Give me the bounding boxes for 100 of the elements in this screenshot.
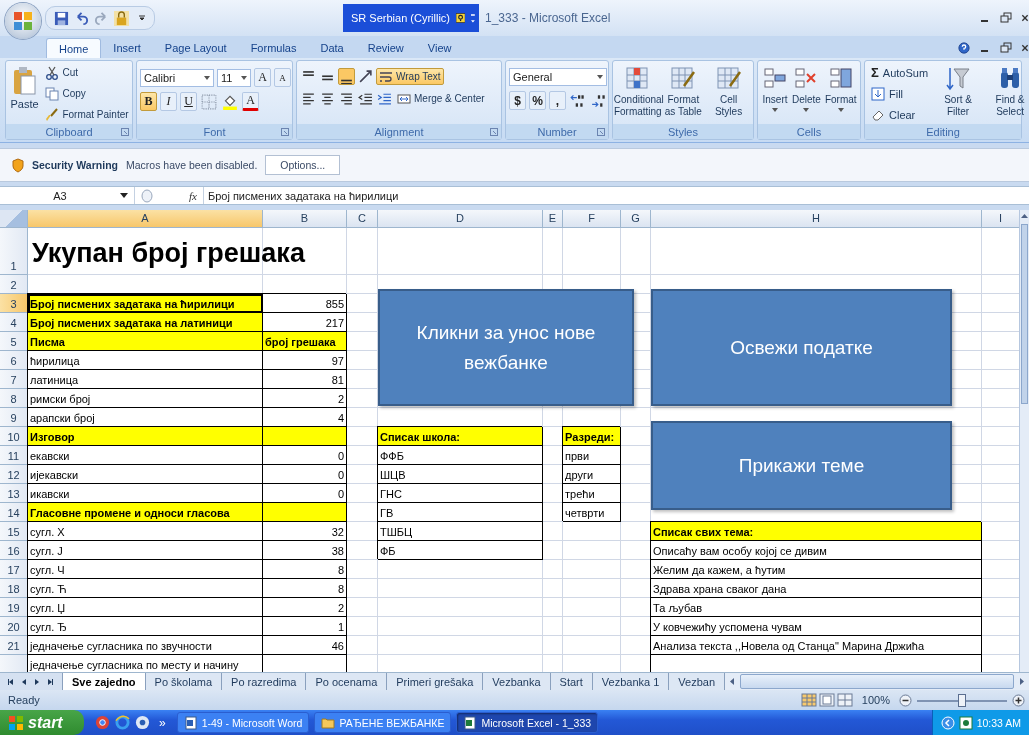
zoom-out-icon[interactable] xyxy=(899,693,912,707)
lock-icon[interactable] xyxy=(114,10,129,26)
sheet-tab[interactable]: Po razredima xyxy=(221,673,306,690)
grow-font-button[interactable]: A xyxy=(254,68,271,87)
clear-button[interactable]: Clear xyxy=(868,106,932,123)
column-header[interactable]: E xyxy=(543,210,563,228)
vertical-scrollbar[interactable] xyxy=(1019,210,1029,672)
row-header[interactable]: 8 xyxy=(0,389,28,408)
sheet-tab[interactable]: Vezban xyxy=(668,673,725,690)
cut-button[interactable]: Cut xyxy=(44,64,130,81)
ribbon-tab[interactable]: Review xyxy=(355,38,416,58)
percent-button[interactable]: % xyxy=(529,91,546,110)
font-name-field[interactable]: Calibri xyxy=(140,68,214,87)
format-painter-button[interactable]: Format Painter xyxy=(44,106,130,123)
orientation-icon[interactable] xyxy=(357,68,374,85)
start-button[interactable]: start xyxy=(0,710,84,735)
merge-center-button[interactable]: Merge & Center xyxy=(395,90,487,107)
macro-button[interactable]: Кликни за унос нове вежбанке xyxy=(378,289,634,406)
office-button[interactable] xyxy=(5,3,41,39)
row-header[interactable]: 16 xyxy=(0,541,28,560)
cells-button[interactable]: Delete xyxy=(791,64,822,114)
fill-button[interactable]: Fill xyxy=(868,85,932,102)
options-caret-icon[interactable] xyxy=(471,12,475,24)
paste-button[interactable]: Paste xyxy=(8,64,41,112)
show-hidden-icons-icon[interactable] xyxy=(940,715,955,730)
sheet-tab[interactable]: Po školama xyxy=(144,673,222,690)
close-icon[interactable] xyxy=(1021,12,1029,24)
sheet-tab[interactable]: Sve zajedno xyxy=(62,673,145,690)
overflow-chevron[interactable]: » xyxy=(159,715,166,730)
zoom-level[interactable]: 100% xyxy=(861,694,890,706)
style-button[interactable]: Cell Styles xyxy=(707,64,750,120)
row-header[interactable] xyxy=(0,655,28,672)
taskbar-button[interactable]: 1-49 - Microsoft Word xyxy=(176,712,310,733)
row-header[interactable]: 15 xyxy=(0,522,28,541)
vertical-align-icon[interactable] xyxy=(338,68,355,85)
dialog-launcher-icon[interactable] xyxy=(597,127,605,136)
row-header[interactable]: 5 xyxy=(0,332,28,351)
row-header[interactable]: 9 xyxy=(0,408,28,427)
shrink-font-button[interactable]: A xyxy=(274,68,291,87)
number-format-field[interactable]: General xyxy=(509,68,607,86)
scroll-up-icon[interactable] xyxy=(1020,212,1029,220)
dialog-launcher-icon[interactable] xyxy=(121,127,129,136)
ribbon-tab[interactable]: Home xyxy=(46,38,102,58)
next-sheet-icon[interactable] xyxy=(46,677,54,686)
macro-button[interactable]: Освежи податке xyxy=(651,289,952,406)
macro-button[interactable]: Прикажи теме xyxy=(651,421,952,510)
browser-icon[interactable] xyxy=(115,715,130,730)
underline-button[interactable]: U xyxy=(180,92,197,111)
row-header[interactable]: 14 xyxy=(0,503,28,522)
dialog-launcher-icon[interactable] xyxy=(490,127,498,136)
column-header[interactable]: B xyxy=(263,210,347,228)
autosum-button[interactable]: Σ AutoSum xyxy=(868,64,932,81)
zoom-slider[interactable] xyxy=(917,693,1007,707)
column-header[interactable]: A xyxy=(28,210,263,228)
row-header[interactable]: 20 xyxy=(0,617,28,636)
scroll-right-icon[interactable] xyxy=(1018,677,1026,686)
font-size-field[interactable]: 11 xyxy=(217,68,251,87)
save-icon[interactable] xyxy=(54,10,69,26)
restore-icon[interactable] xyxy=(1000,12,1012,24)
column-header[interactable]: D xyxy=(378,210,543,228)
row-header[interactable]: 19 xyxy=(0,598,28,617)
row-header[interactable]: 6 xyxy=(0,351,28,370)
browser-icon[interactable] xyxy=(95,715,110,730)
sheet-tab[interactable]: Vezbanka 1 xyxy=(591,673,669,690)
row-header[interactable]: 11 xyxy=(0,446,28,465)
cells-button[interactable]: Format xyxy=(823,64,858,114)
wrap-text-button[interactable]: Wrap Text xyxy=(376,68,444,85)
row-header[interactable]: 1 xyxy=(0,228,28,275)
previous-sheet-icon[interactable] xyxy=(20,677,28,686)
page-layout-view-icon[interactable] xyxy=(818,693,835,707)
horizontal-scrollbar[interactable] xyxy=(724,673,1029,690)
insert-function-button[interactable]: fx xyxy=(189,189,197,202)
ribbon-tab[interactable]: View xyxy=(415,38,464,58)
row-header[interactable]: 12 xyxy=(0,465,28,484)
sheet-tab[interactable]: Primeri grešaka xyxy=(386,673,483,690)
sheet-tab[interactable]: Po ocenama xyxy=(305,673,387,690)
ribbon-tab[interactable]: Formulas xyxy=(238,38,309,58)
font-color-button[interactable]: A xyxy=(242,92,259,111)
sheet-tab[interactable]: Vezbanka xyxy=(482,673,550,690)
bold-button[interactable]: B xyxy=(140,92,157,111)
previous-sheet-icon[interactable] xyxy=(7,677,15,686)
column-header[interactable]: C xyxy=(347,210,378,228)
row-header[interactable]: 10 xyxy=(0,427,28,446)
column-header[interactable]: G xyxy=(621,210,651,228)
dropdown-caret-icon[interactable] xyxy=(120,193,128,198)
language-bar[interactable]: SR Serbian (Cyrillic) xyxy=(343,4,479,32)
comma-button[interactable]: , xyxy=(549,91,566,110)
scroll-left-icon[interactable] xyxy=(728,677,737,686)
formula-field[interactable]: Број писмених задатака на ћирилици xyxy=(203,189,399,202)
dialog-launcher-icon[interactable] xyxy=(281,127,289,136)
ribbon-tab[interactable]: Page Layout xyxy=(152,38,239,58)
restore-icon[interactable] xyxy=(1000,42,1012,54)
zoom-in-icon[interactable] xyxy=(1012,693,1025,707)
copy-button[interactable]: Copy xyxy=(44,85,130,102)
row-header[interactable]: 4 xyxy=(0,313,28,332)
cells-button[interactable]: Insert xyxy=(761,64,789,114)
italic-button[interactable]: I xyxy=(160,92,177,111)
find-select-button[interactable]: Find & Select xyxy=(985,64,1029,120)
column-header[interactable]: I xyxy=(982,210,1019,228)
row-header[interactable]: 18 xyxy=(0,579,28,598)
